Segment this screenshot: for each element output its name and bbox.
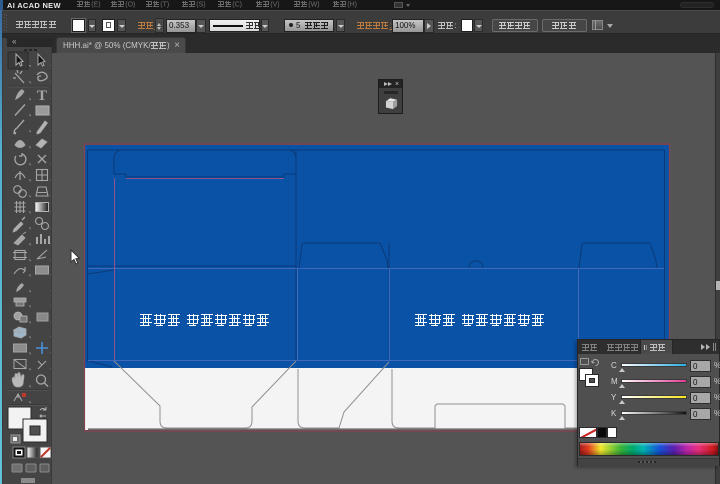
svg-text:T: T [37,88,47,104]
